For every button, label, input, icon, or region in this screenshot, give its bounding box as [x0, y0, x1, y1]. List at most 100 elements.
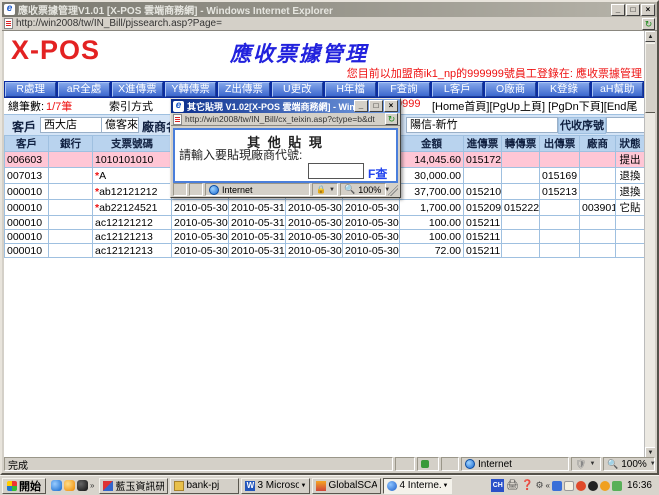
table-row[interactable]: 000010 ac12121213 2010-05-30 2010-05-31 … — [4, 243, 645, 258]
page-title: 應收票據管理 — [230, 42, 368, 66]
zoom-pane[interactable]: 🔍 100% ▼ — [603, 457, 656, 471]
app-launcher-icon[interactable] — [64, 480, 75, 491]
vendor-code-input[interactable] — [308, 163, 364, 179]
menu-button[interactable]: aR全處 — [58, 82, 110, 97]
menu-button[interactable]: H年檔 — [324, 82, 377, 97]
zoom-level: 100% — [621, 458, 647, 470]
scroll-up-icon[interactable]: ▲ — [645, 31, 655, 42]
table-row[interactable]: 000010 ac12121212 2010-05-30 2010-05-31 … — [4, 215, 645, 230]
menu-button[interactable]: F查詢 — [378, 82, 430, 97]
cell-status: 它貼 — [615, 199, 645, 216]
cell-bank — [48, 167, 93, 184]
address-url[interactable]: http://win2008/tw/IN_Bill/pjssearch.asp?… — [16, 18, 639, 29]
customer-code-field[interactable]: 西大店 — [40, 117, 102, 133]
protected-mode-pane[interactable]: 🛡 ▼ — [571, 457, 601, 471]
column-header[interactable]: 客戶 — [4, 135, 49, 152]
dialog-titlebar[interactable]: e 其它貼現 V1.02[X-POS 雲端商務網] - Win... _ □ × — [171, 99, 400, 113]
dialog-url[interactable]: http://win2008/tw/IN_Bill/cx_teixin.asp?… — [185, 114, 382, 124]
dialog-maximize-button[interactable]: □ — [369, 100, 383, 112]
menu-button[interactable]: X進傳票 — [111, 82, 163, 97]
ime-indicator[interactable]: CH — [491, 479, 505, 492]
task-buttons: 藍玉資訊研... ▼ bank-pj ▼ W 3 Microso... ▼ — [99, 477, 453, 494]
column-header[interactable]: 銀行 — [48, 135, 93, 152]
cell-in-voucher: 015211 — [463, 215, 502, 230]
cell-check-no: ac12121212 — [92, 215, 172, 230]
taskbar-window-button[interactable]: 藍玉資訊研... ▼ — [99, 477, 169, 494]
cell-customer: 000010 — [4, 199, 49, 216]
cell-transfer-voucher — [501, 167, 540, 184]
menu-button[interactable]: Z出傳票 — [218, 82, 270, 97]
cell-date-1: 2010-05-30 — [171, 215, 229, 230]
address-bar: http://win2008/tw/IN_Bill/pjssearch.asp?… — [2, 17, 657, 31]
menu-button[interactable]: O廠商 — [484, 82, 537, 97]
menu-button[interactable]: L客戶 — [431, 82, 483, 97]
cell-status: 退換 — [615, 183, 645, 200]
tray-alert-icon[interactable] — [599, 480, 610, 491]
tray-messenger-icon[interactable] — [551, 480, 562, 491]
tray-scanner-icon[interactable] — [611, 480, 622, 491]
column-header[interactable]: 轉傳票 — [501, 135, 540, 152]
dialog-title: 其它貼現 V1.02[X-POS 雲端商務網] - Win... — [187, 101, 354, 112]
dialog-minimize-button[interactable]: _ — [354, 100, 368, 112]
overflow-chevron-icon[interactable]: » — [90, 481, 94, 490]
column-header[interactable]: 支票號碼 — [92, 135, 172, 152]
internet-zone-icon — [465, 459, 475, 469]
cell-vendor — [579, 167, 616, 184]
cell-customer: 000010 — [4, 215, 49, 230]
taskbar-window-button[interactable]: W 3 Microso... ▼ — [241, 477, 311, 494]
table-row[interactable]: 000010 *ab22124521 2010-05-30 2010-05-31… — [4, 199, 645, 216]
vertical-scrollbar[interactable]: ▲ ▼ — [644, 31, 655, 458]
resize-grip[interactable] — [388, 183, 398, 196]
bank-field[interactable]: 陽信-新竹 — [406, 117, 558, 133]
minimize-button[interactable]: _ — [611, 3, 625, 16]
taskbar-window-button[interactable]: 4 Interne... ▼ — [383, 477, 453, 494]
zone-pane: Internet — [205, 183, 310, 196]
column-header[interactable]: 廠商 — [579, 135, 616, 152]
tray-qq-icon[interactable] — [587, 480, 598, 491]
qq-icon[interactable] — [77, 480, 88, 491]
column-header[interactable]: 金額 — [399, 135, 464, 152]
refresh-go-icon[interactable]: ↻ — [385, 113, 398, 125]
window-title: 應收票據管理V1.01 [X-POS 雲端商務網] - Windows Inte… — [18, 6, 333, 17]
search-link[interactable]: F查詢 — [368, 165, 396, 181]
window-titlebar[interactable]: e 應收票據管理V1.01 [X-POS 雲端商務網] - Windows In… — [2, 2, 657, 17]
menu-button[interactable]: K登錄 — [538, 82, 590, 97]
tray-notes-icon[interactable] — [563, 480, 574, 491]
taskbar-window-button[interactable]: GlobalSCAP... ▼ — [312, 477, 382, 494]
total-label: 總筆數: — [8, 101, 45, 113]
maximize-button[interactable]: □ — [626, 3, 640, 16]
taskbar-window-button[interactable]: bank-pj ▼ — [170, 477, 240, 494]
xpos-logo: X-POS — [11, 35, 101, 65]
status-pane-1 — [395, 457, 415, 471]
column-header[interactable]: 狀態 — [615, 135, 645, 152]
zone-label: Internet — [478, 458, 512, 470]
column-header[interactable]: 出傳票 — [539, 135, 580, 152]
menu-button[interactable]: R處理 — [5, 82, 57, 97]
zoom-pane[interactable]: 🔍 100% ▼ — [340, 183, 390, 196]
settings-icon[interactable]: ⚙ — [535, 480, 543, 491]
table-row[interactable]: 000010 ac12121213 2010-05-30 2010-05-31 … — [4, 229, 645, 244]
printer-icon[interactable]: 🖨 — [506, 480, 519, 491]
dialog-close-button[interactable]: × — [384, 100, 398, 112]
tray-agent-icon[interactable] — [575, 480, 586, 491]
help-icon[interactable]: ❓ — [521, 480, 533, 491]
start-label: 開始 — [19, 480, 41, 493]
menu-button[interactable]: aH幫助 — [591, 82, 643, 97]
cell-status: 退換 — [615, 167, 645, 184]
column-header[interactable]: 進傳票 — [463, 135, 502, 152]
menu-button[interactable]: U更改 — [271, 82, 323, 97]
menu-button[interactable]: Y轉傳票 — [164, 82, 217, 97]
system-tray: CH 🖨 ❓ ⚙ « 16:36 — [489, 479, 657, 492]
cell-date-4: 2010-05-30 — [342, 243, 400, 258]
scroll-thumb[interactable] — [645, 43, 655, 113]
start-button[interactable]: 開始 — [2, 477, 46, 494]
close-button[interactable]: × — [641, 3, 655, 16]
refresh-go-icon[interactable]: ↻ — [642, 17, 655, 30]
protected-mode-pane[interactable]: 🔒 ▼ — [312, 183, 338, 196]
taskbar-clock[interactable]: 16:36 — [624, 480, 655, 491]
tray-overflow-chevron-icon[interactable]: « — [546, 481, 550, 490]
cell-date-2: 2010-05-31 — [228, 199, 286, 216]
cell-bank — [48, 151, 93, 168]
messenger-icon[interactable] — [51, 480, 62, 491]
cell-check-no: *A — [92, 167, 172, 184]
